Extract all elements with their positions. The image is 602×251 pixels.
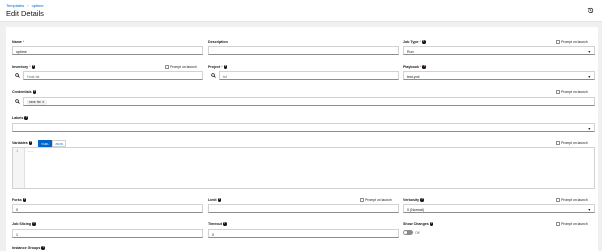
editor-line-number: 1 <box>16 150 19 154</box>
credentials-search-button[interactable] <box>12 97 22 106</box>
show-changes-prompt-on-launch[interactable]: Prompt on launch <box>556 222 588 226</box>
page-header: Templates › uptime Edit Details <box>0 0 602 22</box>
job-type-label: Job Type*? <box>403 40 426 44</box>
yaml-toggle-button[interactable]: YAML <box>38 140 52 147</box>
help-icon[interactable]: ? <box>28 141 33 145</box>
timeout-input[interactable]: 0 <box>208 229 399 238</box>
help-icon[interactable]: ? <box>41 246 45 250</box>
checkbox[interactable] <box>556 40 560 44</box>
json-toggle-button[interactable]: JSON <box>51 140 66 147</box>
prompt-label: Prompt on launch <box>170 65 197 69</box>
breadcrumb: Templates › uptime <box>6 3 44 8</box>
checkbox[interactable] <box>556 198 560 202</box>
prompt-label: Prompt on launch <box>561 222 588 226</box>
labels-select[interactable]: ▼ <box>12 123 595 132</box>
playbook-value: test.yml <box>407 74 420 79</box>
search-icon <box>14 99 20 104</box>
page-title: Edit Details <box>6 9 44 18</box>
instance-groups-label: Instance Groups? <box>12 246 45 250</box>
prompt-label: Prompt on launch <box>561 40 588 44</box>
prompt-label: Prompt on launch <box>365 198 392 202</box>
variables-prompt-on-launch[interactable]: Prompt on launch <box>556 141 588 145</box>
forks-label: Forks? <box>12 198 27 202</box>
credential-chip[interactable]: xxxx: tst ✕ <box>27 99 47 105</box>
verbosity-select[interactable]: 0 (Normal) ▼ <box>403 204 595 213</box>
credentials-prompt-on-launch[interactable]: Prompt on launch <box>556 90 588 94</box>
help-icon[interactable]: ? <box>32 222 36 226</box>
checkbox[interactable] <box>556 90 560 94</box>
close-icon[interactable]: ✕ <box>42 100 45 104</box>
checkbox[interactable] <box>360 198 364 202</box>
help-icon[interactable]: ? <box>223 65 228 69</box>
forks-input[interactable]: 0 <box>12 204 203 213</box>
project-input[interactable]: tst <box>219 71 399 80</box>
caret-down-icon: ▼ <box>587 207 591 212</box>
history-icon[interactable] <box>587 7 594 14</box>
variables-code-editor[interactable]: 1 --- <box>12 147 595 189</box>
prompt-label: Prompt on launch <box>561 90 588 94</box>
timeout-label: Timeout? <box>208 222 227 226</box>
help-icon[interactable]: ? <box>422 65 426 69</box>
search-icon <box>14 73 20 78</box>
verbosity-value: 0 (Normal) <box>407 207 424 212</box>
show-changes-switch[interactable]: Off <box>403 230 419 235</box>
description-label: Description <box>208 40 228 44</box>
switch-state-label: Off <box>415 230 420 235</box>
job-slicing-label: Job Slicing? <box>12 222 36 226</box>
playbook-label: Playbook*? <box>403 65 426 69</box>
limit-input[interactable] <box>208 204 399 213</box>
breadcrumb-templates-link[interactable]: Templates <box>6 3 24 8</box>
job-type-prompt-on-launch[interactable]: Prompt on launch <box>556 40 588 44</box>
help-icon[interactable]: ? <box>22 198 27 202</box>
job-type-select[interactable]: Run ▼ <box>403 46 595 55</box>
help-icon[interactable]: ? <box>222 222 227 226</box>
caret-down-icon: ▼ <box>587 49 591 54</box>
breadcrumb-separator: › <box>27 3 29 8</box>
help-icon[interactable]: ? <box>31 65 36 69</box>
checkbox[interactable] <box>165 65 169 69</box>
playbook-select[interactable]: test.yml ▼ <box>403 71 595 80</box>
limit-label: Limit? <box>208 198 222 202</box>
help-icon[interactable]: ? <box>429 222 434 226</box>
caret-down-icon: ▼ <box>587 126 591 131</box>
limit-prompt-on-launch[interactable]: Prompt on launch <box>360 198 392 202</box>
credentials-label: Credentials? <box>12 90 37 94</box>
name-label: Name* <box>12 40 25 44</box>
variables-format-toggle: YAML JSON <box>38 140 66 147</box>
variables-label: Variables? <box>12 141 33 145</box>
search-icon <box>210 73 216 78</box>
checkbox[interactable] <box>556 141 560 145</box>
switch-track[interactable] <box>403 230 413 235</box>
description-input[interactable] <box>208 46 399 55</box>
switch-knob <box>403 230 408 235</box>
verbosity-label: Verbosity? <box>403 198 424 202</box>
inventory-input[interactable]: Host-tst <box>23 71 203 80</box>
editor-code[interactable]: --- <box>27 150 33 154</box>
breadcrumb-current[interactable]: uptime <box>32 3 44 8</box>
inventory-search-button[interactable] <box>12 71 22 80</box>
verbosity-prompt-on-launch[interactable]: Prompt on launch <box>556 198 588 202</box>
edit-form: Name* uptime Description Job Type*? Prom… <box>6 27 598 251</box>
editor-gutter <box>13 148 25 188</box>
job-type-value: Run <box>407 49 414 54</box>
inventory-label: Inventory*? <box>12 65 36 69</box>
help-icon[interactable]: ? <box>24 116 28 120</box>
name-input[interactable]: uptime <box>12 46 203 55</box>
credential-chip-label: xxxx: tst <box>29 100 41 105</box>
job-slicing-input[interactable]: 1 <box>12 229 203 238</box>
project-label: Project*? <box>208 65 228 69</box>
help-icon[interactable]: ? <box>420 198 424 202</box>
caret-down-icon: ▼ <box>587 74 591 79</box>
help-icon[interactable]: ? <box>32 90 37 94</box>
inventory-prompt-on-launch[interactable]: Prompt on launch <box>165 65 197 69</box>
prompt-label: Prompt on launch <box>561 141 588 145</box>
project-search-button[interactable] <box>208 71 218 80</box>
credentials-input[interactable]: xxxx: tst ✕ <box>23 97 595 106</box>
labels-label: Labels? <box>12 116 28 120</box>
help-icon[interactable]: ? <box>217 198 222 202</box>
prompt-label: Prompt on launch <box>561 198 588 202</box>
help-icon[interactable]: ? <box>421 40 426 44</box>
checkbox[interactable] <box>556 222 560 226</box>
show-changes-label: Show Changes? <box>403 222 434 226</box>
